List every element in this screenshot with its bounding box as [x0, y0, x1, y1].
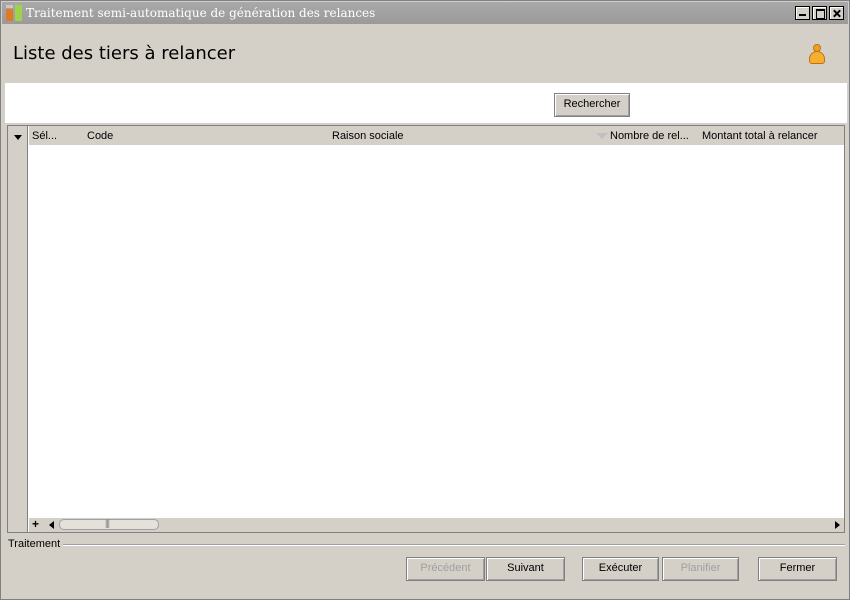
- schedule-button[interactable]: Planifier: [662, 557, 739, 581]
- grid-header: Sél... Code Raison sociale Nombre de rel…: [29, 126, 844, 145]
- scrollbar-thumb[interactable]: [59, 518, 159, 530]
- previous-button[interactable]: Précédent: [406, 557, 485, 581]
- search-button[interactable]: Rechercher: [554, 93, 630, 117]
- close-button[interactable]: Fermer: [758, 557, 837, 581]
- search-panel: Rechercher: [5, 83, 847, 123]
- maximize-icon[interactable]: [812, 6, 827, 20]
- app-icon: [6, 5, 22, 21]
- section-divider: [63, 544, 845, 546]
- column-header-reminder-count[interactable]: Nombre de rel...: [610, 130, 689, 142]
- minimize-icon[interactable]: [795, 6, 810, 20]
- sort-icon: [596, 133, 608, 139]
- column-header-total-amount[interactable]: Montant total à relancer: [702, 130, 818, 142]
- window-title: Traitement semi-automatique de génératio…: [26, 6, 376, 20]
- results-grid[interactable]: Sél... Code Raison sociale Nombre de rel…: [7, 125, 845, 533]
- execute-button[interactable]: Exécuter: [582, 557, 659, 581]
- title-bar: Traitement semi-automatique de génératio…: [2, 2, 848, 24]
- chevron-down-icon[interactable]: [14, 135, 22, 140]
- scroll-left-icon[interactable]: [49, 521, 54, 529]
- column-header-code[interactable]: Code: [87, 130, 113, 142]
- header-panel: Liste des tiers à relancer: [5, 25, 847, 83]
- page-title: Liste des tiers à relancer: [13, 43, 236, 64]
- column-header-company-name[interactable]: Raison sociale: [332, 130, 404, 142]
- close-icon[interactable]: [829, 6, 844, 20]
- window-controls: [795, 6, 844, 20]
- next-button[interactable]: Suivant: [486, 557, 565, 581]
- column-header-select[interactable]: Sél...: [32, 130, 57, 142]
- main-window: Traitement semi-automatique de génératio…: [0, 0, 850, 600]
- scroll-right-icon[interactable]: [835, 521, 840, 529]
- add-row-icon[interactable]: +: [32, 517, 39, 531]
- section-label-processing: Traitement: [8, 538, 61, 550]
- grid-row-header: [8, 126, 28, 532]
- horizontal-scrollbar[interactable]: +: [29, 517, 844, 532]
- user-icon[interactable]: [809, 44, 825, 66]
